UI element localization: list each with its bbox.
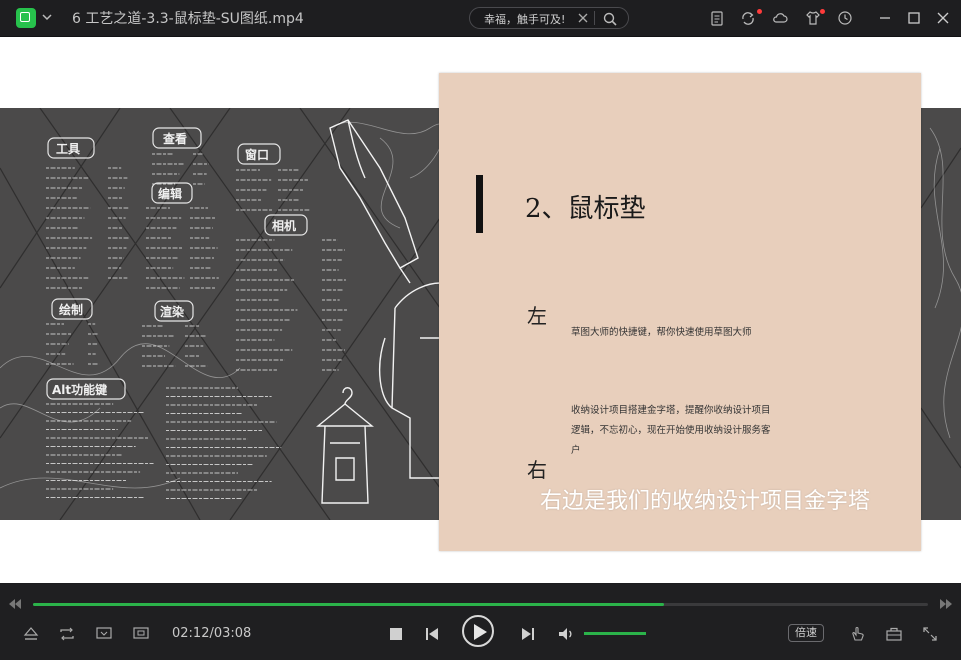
video-subtitle: 右边是我们的收纳设计项目金字塔 xyxy=(540,489,871,514)
play-icon xyxy=(474,624,487,640)
right-description-line-3: 户 xyxy=(571,445,581,456)
stop-icon[interactable] xyxy=(387,625,405,643)
label-draw: 绘制 xyxy=(59,302,83,317)
clear-icon[interactable] xyxy=(578,13,588,23)
label-edit: 编辑 xyxy=(157,186,182,201)
heading-bar xyxy=(476,175,483,233)
search-divider xyxy=(594,11,595,25)
hanger-sketch xyxy=(316,387,374,504)
video-frame[interactable]: 工具 查看 窗口 编辑 相机 绘制 渲染 Alt功能键 2、鼠标垫 左 草图大师… xyxy=(0,37,961,583)
title-bar: 6 工艺之道-3.3-鼠标垫-SU图纸.mp4 幸福，触手可及! xyxy=(0,0,961,37)
search-input[interactable]: 幸福，触手可及! xyxy=(484,11,565,27)
time-display: 02:12/03:08 xyxy=(172,626,252,641)
label-render: 渲染 xyxy=(160,304,185,319)
loop-icon[interactable] xyxy=(58,625,76,643)
sync-icon[interactable] xyxy=(740,10,756,26)
right-description-line-2: 逻辑，不忘初心，现在开始使用收纳设计服务客 xyxy=(571,425,771,436)
next-icon[interactable] xyxy=(519,625,537,643)
fullscreen-icon[interactable] xyxy=(921,625,939,643)
chevron-down-icon[interactable] xyxy=(41,10,53,24)
rewind-icon[interactable] xyxy=(8,599,22,609)
app-logo[interactable] xyxy=(16,8,36,28)
cast-icon[interactable] xyxy=(132,625,150,643)
search-icon[interactable] xyxy=(603,12,617,26)
progress-bar[interactable] xyxy=(33,603,928,606)
maximize-icon[interactable] xyxy=(907,11,921,25)
eject-icon[interactable] xyxy=(22,625,40,643)
speed-button[interactable]: 倍速 xyxy=(788,624,824,642)
label-view: 查看 xyxy=(162,131,187,146)
right-label: 右 xyxy=(527,458,547,482)
slide-heading: 2、鼠标垫 xyxy=(525,194,646,224)
fast-forward-icon[interactable] xyxy=(939,599,953,609)
screen-capture-icon[interactable] xyxy=(95,625,113,643)
play-button[interactable] xyxy=(462,615,494,647)
player-controls: 02:12/03:08 倍速 xyxy=(0,584,961,660)
chalk-text-lines xyxy=(46,153,347,499)
left-description: 草图大师的快捷键，帮你快速使用草图大师 xyxy=(571,327,752,338)
volume-slider[interactable] xyxy=(584,632,646,635)
window-title: 6 工艺之道-3.3-鼠标垫-SU图纸.mp4 xyxy=(72,11,304,27)
label-tools: 工具 xyxy=(56,142,80,156)
notification-dot xyxy=(820,9,825,14)
clipboard-icon[interactable] xyxy=(709,10,725,26)
left-label: 左 xyxy=(527,304,547,328)
progress-fill xyxy=(33,603,664,606)
close-icon[interactable] xyxy=(936,11,950,25)
volume-fill xyxy=(584,632,646,635)
label-window: 窗口 xyxy=(245,147,269,162)
minimize-icon[interactable] xyxy=(878,11,892,25)
volume-icon[interactable] xyxy=(557,625,575,643)
clock-icon[interactable] xyxy=(837,10,853,26)
shirt-icon[interactable] xyxy=(805,10,821,26)
slide-card: 2、鼠标垫 左 草图大师的快捷键，帮你快速使用草图大师 右 收纳设计项目搭建金字… xyxy=(439,73,921,551)
previous-icon[interactable] xyxy=(423,625,441,643)
label-alt: Alt功能键 xyxy=(52,382,107,397)
cloud-icon[interactable] xyxy=(772,10,788,26)
toolbox-icon[interactable] xyxy=(885,625,903,643)
label-camera: 相机 xyxy=(272,218,296,233)
notification-dot xyxy=(757,9,762,14)
search-box[interactable]: 幸福，触手可及! xyxy=(469,7,629,29)
hand-icon[interactable] xyxy=(849,625,867,643)
right-description-line-1: 收纳设计项目搭建金字塔，提醒你收纳设计项目 xyxy=(571,405,771,416)
